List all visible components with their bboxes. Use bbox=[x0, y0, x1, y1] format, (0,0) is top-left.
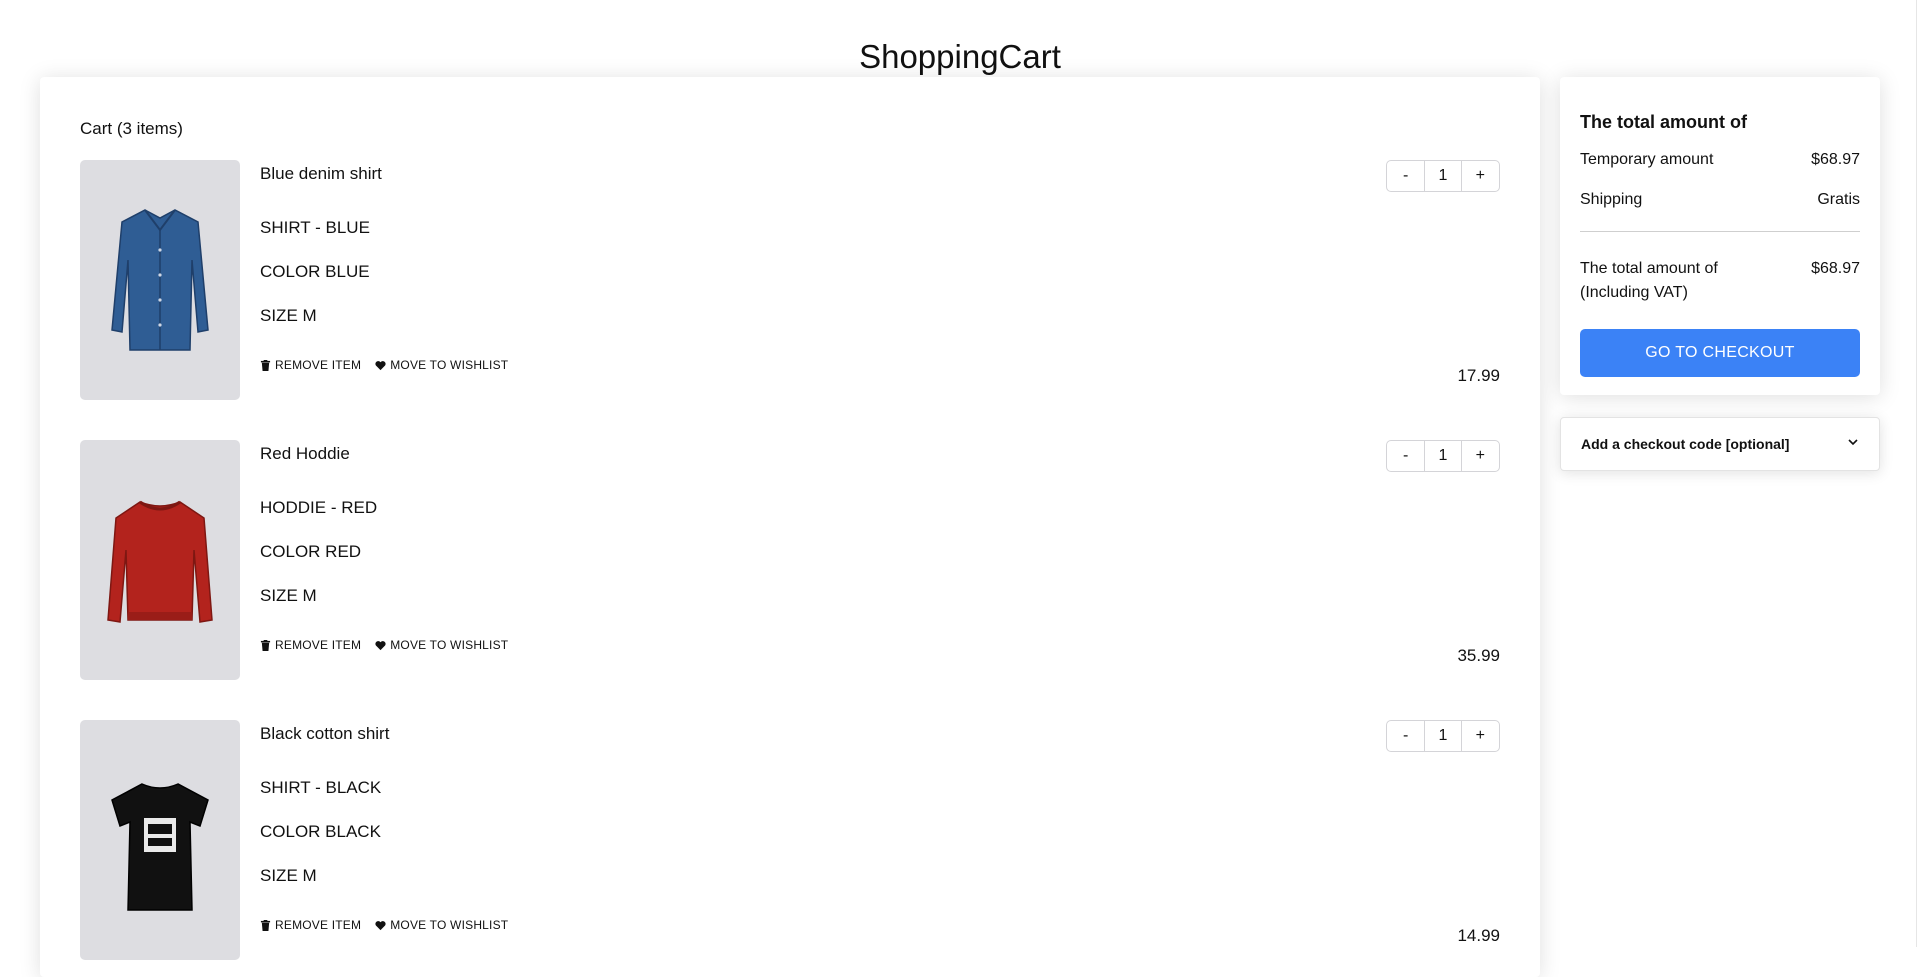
item-type: SHIRT - BLUE bbox=[260, 218, 370, 237]
temporary-amount-row: Temporary amount $68.97 bbox=[1580, 151, 1860, 169]
item-type: HODDIE - RED bbox=[260, 498, 378, 517]
decrease-quantity-button[interactable]: - bbox=[1387, 161, 1424, 191]
quantity-value[interactable]: 1 bbox=[1424, 441, 1462, 471]
move-to-wishlist-label: MOVE TO WISHLIST bbox=[390, 918, 509, 932]
cart-panel: Cart (3 items) Blue denim shirt SHIRT - … bbox=[40, 77, 1540, 977]
scrollbar-track[interactable] bbox=[1916, 0, 1917, 947]
summary-title: The total amount of bbox=[1580, 112, 1747, 132]
cart-item-black-cotton-shirt: Black cotton shirt SHIRT - BLACK COLOR B… bbox=[80, 720, 1500, 960]
remove-item-button[interactable]: REMOVE ITEM bbox=[260, 358, 361, 372]
heart-icon bbox=[375, 640, 386, 650]
cart-heading: Cart (3 items) bbox=[80, 119, 183, 138]
item-price: 14.99 bbox=[1457, 926, 1500, 945]
move-to-wishlist-label: MOVE TO WISHLIST bbox=[390, 358, 509, 372]
move-to-wishlist-button[interactable]: MOVE TO WISHLIST bbox=[375, 918, 508, 932]
item-name: Blue denim shirt bbox=[260, 164, 382, 183]
remove-item-button[interactable]: REMOVE ITEM bbox=[260, 918, 361, 932]
item-actions: REMOVE ITEM MOVE TO WISHLIST bbox=[260, 358, 508, 372]
decrease-quantity-button[interactable]: - bbox=[1387, 441, 1424, 471]
summary-divider bbox=[1580, 231, 1860, 232]
item-size: SIZE M bbox=[260, 586, 317, 605]
shirt-icon bbox=[111, 209, 209, 351]
total-amount-value: $68.97 bbox=[1811, 260, 1860, 277]
item-name: Black cotton shirt bbox=[260, 724, 390, 743]
trash-icon bbox=[260, 639, 271, 651]
chevron-down-icon bbox=[1847, 435, 1859, 453]
go-to-checkout-button[interactable]: GO TO CHECKOUT bbox=[1580, 329, 1860, 377]
item-price: 17.99 bbox=[1457, 366, 1500, 385]
heart-icon bbox=[375, 920, 386, 930]
increase-quantity-button[interactable]: + bbox=[1462, 721, 1499, 751]
quantity-value[interactable]: 1 bbox=[1424, 161, 1462, 191]
trash-icon bbox=[260, 359, 271, 371]
tshirt-icon bbox=[111, 783, 209, 911]
quantity-stepper: - 1 + bbox=[1386, 160, 1500, 192]
item-type: SHIRT - BLACK bbox=[260, 778, 382, 797]
checkout-code-accordion[interactable]: Add a checkout code [optional] bbox=[1560, 417, 1880, 471]
move-to-wishlist-label: MOVE TO WISHLIST bbox=[390, 638, 509, 652]
checkout-code-label: Add a checkout code [optional] bbox=[1581, 436, 1790, 452]
order-summary-panel: The total amount of Temporary amount $68… bbox=[1560, 77, 1880, 395]
temporary-amount-value: $68.97 bbox=[1811, 151, 1860, 168]
cart-item-red-hoddie: Red Hoddie HODDIE - RED COLOR RED SIZE M… bbox=[80, 440, 1500, 680]
total-amount-label: The total amount of (Including VAT) bbox=[1580, 260, 1718, 301]
product-image[interactable] bbox=[80, 160, 240, 400]
quantity-stepper: - 1 + bbox=[1386, 440, 1500, 472]
shipping-row: Shipping Gratis bbox=[1580, 191, 1860, 209]
remove-item-label: REMOVE ITEM bbox=[275, 638, 362, 652]
item-size: SIZE M bbox=[260, 866, 317, 885]
heart-icon bbox=[375, 360, 386, 370]
quantity-stepper: - 1 + bbox=[1386, 720, 1500, 752]
sweater-icon bbox=[107, 500, 213, 623]
move-to-wishlist-button[interactable]: MOVE TO WISHLIST bbox=[375, 638, 508, 652]
item-color: COLOR BLACK bbox=[260, 822, 381, 841]
move-to-wishlist-button[interactable]: MOVE TO WISHLIST bbox=[375, 358, 508, 372]
increase-quantity-button[interactable]: + bbox=[1462, 161, 1499, 191]
item-actions: REMOVE ITEM MOVE TO WISHLIST bbox=[260, 918, 508, 932]
shipping-label: Shipping bbox=[1580, 191, 1643, 208]
increase-quantity-button[interactable]: + bbox=[1462, 441, 1499, 471]
item-name: Red Hoddie bbox=[260, 444, 350, 463]
page-title: ShoppingCart bbox=[859, 38, 1061, 75]
item-color: COLOR RED bbox=[260, 542, 362, 561]
item-price: 35.99 bbox=[1457, 646, 1500, 665]
quantity-value[interactable]: 1 bbox=[1424, 721, 1462, 751]
remove-item-label: REMOVE ITEM bbox=[275, 918, 362, 932]
item-size: SIZE M bbox=[260, 306, 317, 325]
product-image[interactable] bbox=[80, 720, 240, 960]
item-color: COLOR BLUE bbox=[260, 262, 370, 281]
remove-item-button[interactable]: REMOVE ITEM bbox=[260, 638, 361, 652]
cart-item-blue-denim-shirt: Blue denim shirt SHIRT - BLUE COLOR BLUE… bbox=[80, 160, 1500, 400]
temporary-amount-label: Temporary amount bbox=[1580, 151, 1714, 168]
trash-icon bbox=[260, 919, 271, 931]
decrease-quantity-button[interactable]: - bbox=[1387, 721, 1424, 751]
item-actions: REMOVE ITEM MOVE TO WISHLIST bbox=[260, 638, 508, 652]
product-image[interactable] bbox=[80, 440, 240, 680]
remove-item-label: REMOVE ITEM bbox=[275, 358, 362, 372]
shipping-value: Gratis bbox=[1817, 191, 1860, 208]
